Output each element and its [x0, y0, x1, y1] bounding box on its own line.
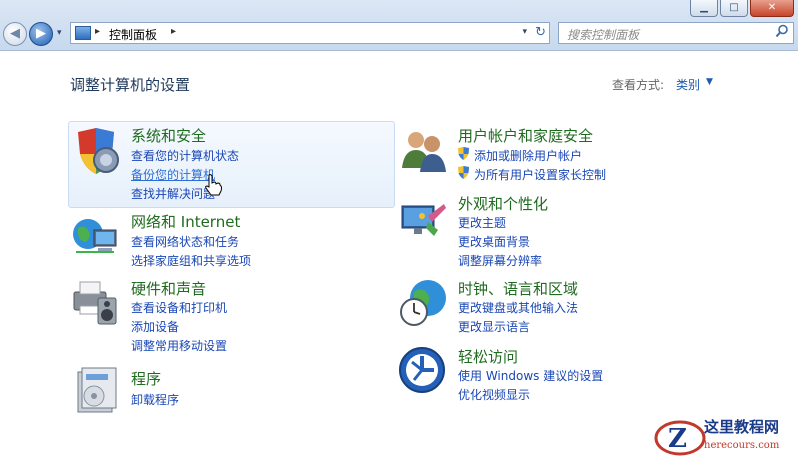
- link-backup-computer[interactable]: 备份您的计算机: [131, 166, 215, 183]
- magnifier-icon[interactable]: [775, 24, 789, 42]
- link-parental-controls[interactable]: 为所有用户设置家长控制: [474, 166, 606, 183]
- link-homegroup-sharing[interactable]: 选择家庭组和共享选项: [131, 252, 251, 269]
- category-user-accounts[interactable]: 用户帐户和家庭安全: [458, 125, 593, 146]
- window-chrome: ▁ □ ✕ ◀ ▶ ▾ ▸ 控制面板 ▸ ▾ ↻ 搜索控制面板: [0, 0, 798, 51]
- minimize-button[interactable]: ▁: [690, 0, 718, 17]
- chevron-down-icon[interactable]: ▼: [706, 77, 713, 87]
- breadcrumb-separator[interactable]: ▸: [171, 26, 176, 37]
- category-programs[interactable]: 程序: [131, 368, 161, 389]
- link-view-computer-status[interactable]: 查看您的计算机状态: [131, 147, 239, 164]
- appearance-icon[interactable]: [398, 196, 448, 246]
- link-optimize-visual-display[interactable]: 优化视频显示: [458, 386, 530, 403]
- network-globe-icon[interactable]: [70, 212, 120, 262]
- link-add-remove-accounts[interactable]: 添加或删除用户帐户: [474, 147, 582, 164]
- back-button[interactable]: ◀: [3, 22, 27, 46]
- category-appearance[interactable]: 外观和个性化: [458, 193, 548, 214]
- category-system-security[interactable]: 系统和安全: [131, 125, 206, 146]
- refresh-icon[interactable]: ↻: [535, 25, 546, 40]
- forward-button[interactable]: ▶: [29, 22, 53, 46]
- link-windows-suggested-settings[interactable]: 使用 Windows 建议的设置: [458, 367, 603, 384]
- category-clock-language-region[interactable]: 时钟、语言和区域: [458, 278, 578, 299]
- category-ease-of-access[interactable]: 轻松访问: [458, 346, 518, 367]
- watermark-url: herecours.com: [704, 440, 780, 451]
- users-icon[interactable]: [398, 126, 448, 176]
- link-troubleshoot[interactable]: 查找并解决问题: [131, 185, 215, 202]
- link-mobility-settings[interactable]: 调整常用移动设置: [131, 337, 227, 354]
- clock-globe-icon[interactable]: [398, 278, 448, 328]
- link-uninstall-program[interactable]: 卸载程序: [131, 391, 179, 408]
- link-change-theme[interactable]: 更改主题: [458, 214, 506, 231]
- link-desktop-background[interactable]: 更改桌面背景: [458, 233, 530, 250]
- category-hardware-sound[interactable]: 硬件和声音: [131, 278, 206, 299]
- category-network-internet[interactable]: 网络和 Internet: [131, 211, 240, 232]
- search-input[interactable]: 搜索控制面板: [567, 26, 639, 43]
- control-panel-icon: [75, 26, 91, 40]
- link-add-device[interactable]: 添加设备: [131, 318, 179, 335]
- printer-speaker-icon[interactable]: [70, 278, 120, 328]
- recent-pages-dropdown[interactable]: ▾: [57, 28, 62, 38]
- close-button[interactable]: ✕: [750, 0, 794, 17]
- breadcrumb-separator[interactable]: ▸: [95, 26, 100, 37]
- link-devices-printers[interactable]: 查看设备和打印机: [131, 299, 227, 316]
- watermark-name: 这里教程网: [704, 418, 780, 436]
- link-keyboard-input[interactable]: 更改键盘或其他输入法: [458, 299, 578, 316]
- link-display-language[interactable]: 更改显示语言: [458, 318, 530, 335]
- svg-text:Z: Z: [668, 424, 687, 454]
- uac-shield-icon: [458, 166, 469, 179]
- shield-icon[interactable]: [72, 126, 122, 176]
- link-screen-resolution[interactable]: 调整屏幕分辨率: [458, 252, 542, 269]
- ease-of-access-icon[interactable]: [398, 346, 448, 396]
- view-by-dropdown[interactable]: 类别: [676, 76, 700, 93]
- window-controls: ▁ □ ✕: [690, 0, 794, 17]
- programs-icon[interactable]: [72, 366, 122, 416]
- link-network-status[interactable]: 查看网络状态和任务: [131, 233, 239, 250]
- view-by-label: 查看方式:: [612, 78, 665, 92]
- maximize-button[interactable]: □: [720, 0, 748, 17]
- search-box[interactable]: 搜索控制面板: [558, 22, 794, 44]
- uac-shield-icon: [458, 147, 469, 160]
- address-bar[interactable]: ▸ 控制面板 ▸ ▾ ↻: [70, 22, 550, 44]
- address-dropdown[interactable]: ▾: [522, 27, 527, 37]
- breadcrumb-control-panel[interactable]: 控制面板: [109, 26, 157, 43]
- hand-cursor-icon: [205, 174, 222, 196]
- page-title: 调整计算机的设置: [70, 76, 191, 94]
